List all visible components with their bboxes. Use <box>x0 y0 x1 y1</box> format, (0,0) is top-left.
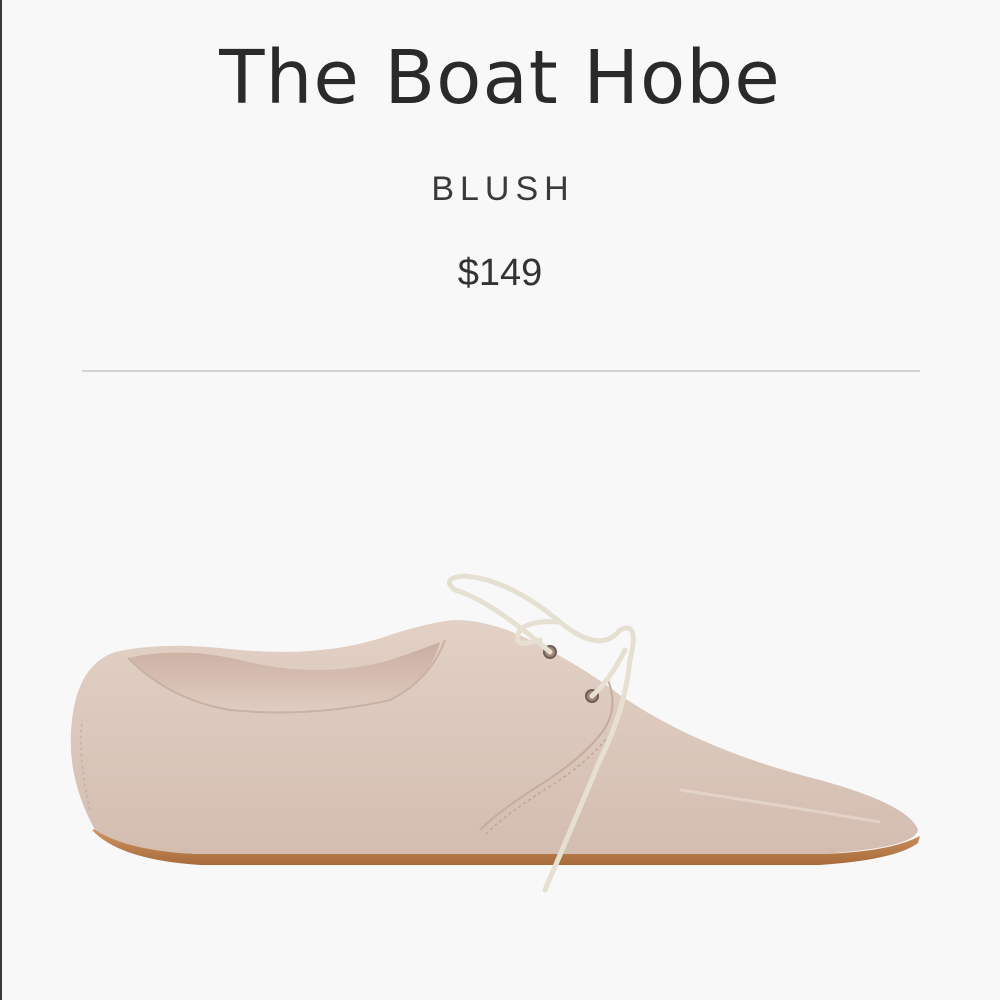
window-edge <box>0 0 2 1000</box>
divider <box>82 370 920 372</box>
product-price: $149 <box>457 252 543 294</box>
shoe-product-image[interactable] <box>60 560 940 910</box>
product-page: The Boat Hobe BLUSH $149 <box>0 0 1000 1000</box>
product-title: The Boat Hobe <box>219 35 781 121</box>
product-color: BLUSH <box>431 170 575 208</box>
